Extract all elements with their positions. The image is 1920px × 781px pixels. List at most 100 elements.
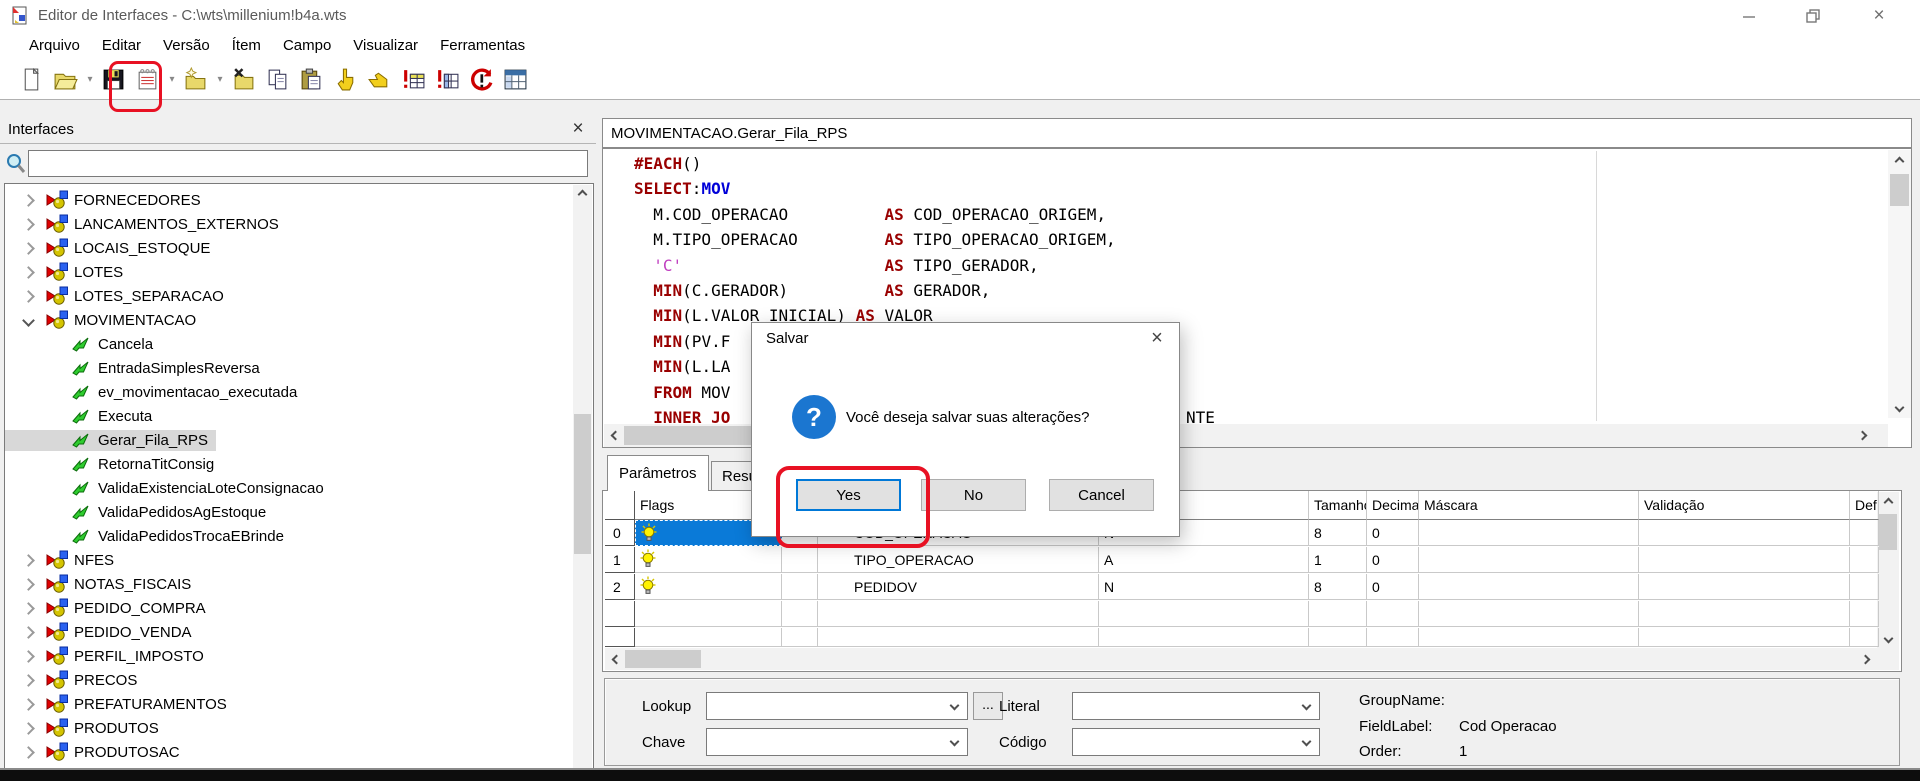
cell-def[interactable] <box>1850 574 1879 600</box>
cell-mask[interactable] <box>1419 547 1639 573</box>
tree-item-locais-estoque[interactable]: LOCAIS_ESTOQUE <box>5 236 571 260</box>
cell-type[interactable] <box>1099 628 1309 647</box>
cell-field-name[interactable]: TIPO_OPERACAO <box>818 547 1099 573</box>
chevron-right-icon[interactable] <box>19 196 37 205</box>
flags-cell[interactable] <box>635 601 782 627</box>
no-button[interactable]: No <box>921 479 1026 511</box>
menu-campo[interactable]: Campo <box>272 37 342 54</box>
grid-scroll-right-icon[interactable] <box>1859 648 1875 670</box>
chevron-right-icon[interactable] <box>19 652 37 661</box>
cell-type[interactable] <box>1099 601 1309 627</box>
chevron-right-icon[interactable] <box>19 580 37 589</box>
lookup-select[interactable] <box>706 692 968 720</box>
menu-ferramentas[interactable]: Ferramentas <box>429 37 536 54</box>
cell-size[interactable] <box>1309 601 1367 627</box>
code-hscroll-thumb[interactable] <box>624 426 756 445</box>
menu-arquivo[interactable]: Arquivo <box>18 37 91 54</box>
flag-bulb-icon[interactable] <box>635 547 782 573</box>
tab-parametros[interactable]: Parâmetros <box>607 455 709 491</box>
cell-decimals[interactable]: 0 <box>1367 547 1419 573</box>
tree-item-lotes[interactable]: LOTES <box>5 260 571 284</box>
open-folder-button[interactable] <box>50 65 80 93</box>
new-document-button[interactable] <box>16 65 46 93</box>
flag-bulb-icon[interactable] <box>635 574 782 600</box>
close-button[interactable]: × <box>1856 0 1902 31</box>
refresh-button[interactable] <box>466 65 496 93</box>
cell-size[interactable] <box>1309 628 1367 647</box>
chave-select[interactable] <box>706 728 968 756</box>
dialog-close-icon[interactable]: × <box>1137 323 1177 353</box>
tree-item-executa[interactable]: Executa <box>5 404 571 428</box>
cell-mask[interactable] <box>1419 520 1639 546</box>
cell-type[interactable]: N <box>1099 574 1309 600</box>
chevron-right-icon[interactable] <box>19 268 37 277</box>
cell-size[interactable]: 8 <box>1309 520 1367 546</box>
literal-select[interactable] <box>1072 692 1320 720</box>
code-scroll-right-icon[interactable] <box>1856 424 1872 447</box>
tree-item-notas-fiscais[interactable]: NOTAS_FISCAIS <box>5 572 571 596</box>
cell-mask[interactable] <box>1419 574 1639 600</box>
new-item-dropdown-icon[interactable]: ▾ <box>214 65 226 93</box>
tree-item-ev-movimentacao-executada[interactable]: ev_movimentacao_executada <box>5 380 571 404</box>
tree-scrollbar-thumb[interactable] <box>574 414 591 554</box>
hand-drag-button[interactable] <box>364 65 394 93</box>
chevron-right-icon[interactable] <box>19 244 37 253</box>
code-scroll-down-icon[interactable] <box>1888 402 1911 416</box>
tree-item-cancela[interactable]: Cancela <box>5 332 571 356</box>
tree-item-lancamentos-externos[interactable]: LANCAMENTOS_EXTERNOS <box>5 212 571 236</box>
paste-button[interactable] <box>296 65 326 93</box>
cell-validation[interactable] <box>1639 601 1850 627</box>
menu-item[interactable]: Ítem <box>221 37 272 54</box>
tree-item-pedido-venda[interactable]: PEDIDO_VENDA <box>5 620 571 644</box>
grid-window-button[interactable] <box>500 65 530 93</box>
tree-item-produtosac[interactable]: PRODUTOSAC <box>5 740 571 764</box>
grid-scroll-down-icon[interactable] <box>1877 633 1899 647</box>
cell-size[interactable]: 1 <box>1309 547 1367 573</box>
grid-scroll-left-icon[interactable] <box>607 648 623 670</box>
tree-item-produtos[interactable]: PRODUTOS <box>5 716 571 740</box>
cell-validation[interactable] <box>1639 520 1850 546</box>
insert-row-button[interactable] <box>398 65 428 93</box>
tree-item-validapedidosagestoque[interactable]: ValidaPedidosAgEstoque <box>5 500 571 524</box>
restore-button[interactable] <box>1790 0 1836 31</box>
delete-item-button[interactable] <box>228 65 258 93</box>
chevron-right-icon[interactable] <box>19 604 37 613</box>
cell-validation[interactable] <box>1639 628 1850 647</box>
insert-column-button[interactable] <box>432 65 462 93</box>
cell-validation[interactable] <box>1639 574 1850 600</box>
chevron-right-icon[interactable] <box>19 676 37 685</box>
cancel-button[interactable]: Cancel <box>1049 479 1154 511</box>
cell-field-name[interactable] <box>818 628 1099 647</box>
chevron-right-icon[interactable] <box>19 556 37 565</box>
tree-item-movimentacao[interactable]: MOVIMENTACAO <box>5 308 571 332</box>
new-item-button[interactable] <box>180 65 210 93</box>
tree-item-lotes-separacao[interactable]: LOTES_SEPARACAO <box>5 284 571 308</box>
code-scroll-up-icon[interactable] <box>1888 154 1911 168</box>
cell-size[interactable]: 8 <box>1309 574 1367 600</box>
tree-item-validaexistencialoteconsignacao[interactable]: ValidaExistenciaLoteConsignacao <box>5 476 571 500</box>
notebook-dropdown-icon[interactable]: ▾ <box>166 65 178 93</box>
grid-horizontal-scrollbar[interactable] <box>605 648 1899 670</box>
minimize-button[interactable] <box>1726 0 1772 31</box>
cell-decimals[interactable]: 0 <box>1367 574 1419 600</box>
tree-item-nfes[interactable]: NFES <box>5 548 571 572</box>
code-vertical-scrollbar[interactable] <box>1888 150 1911 418</box>
interfaces-panel-close-icon[interactable]: × <box>566 118 590 140</box>
cell-def[interactable] <box>1850 520 1879 546</box>
tree-item-entradasimplesreversa[interactable]: EntradaSimplesReversa <box>5 356 571 380</box>
tree-item-perfil-imposto[interactable]: PERFIL_IMPOSTO <box>5 644 571 668</box>
cell-def[interactable] <box>1850 628 1879 647</box>
menu-versao[interactable]: Versão <box>152 37 221 54</box>
chevron-right-icon[interactable] <box>19 748 37 757</box>
tree-scrollbar[interactable] <box>573 185 592 781</box>
tree-scroll-up-icon[interactable] <box>573 187 592 201</box>
grid-scroll-up-icon[interactable] <box>1877 495 1899 509</box>
cell-mask[interactable] <box>1419 628 1639 647</box>
chevron-right-icon[interactable] <box>19 220 37 229</box>
chevron-down-icon[interactable] <box>19 316 37 325</box>
tree-item-fornecedores[interactable]: FORNECEDORES <box>5 188 571 212</box>
cell-field-name[interactable] <box>818 601 1099 627</box>
cell-field-name[interactable]: PEDIDOV <box>818 574 1099 600</box>
code-scroll-left-icon[interactable] <box>606 424 622 447</box>
hand-point-button[interactable] <box>330 65 360 93</box>
